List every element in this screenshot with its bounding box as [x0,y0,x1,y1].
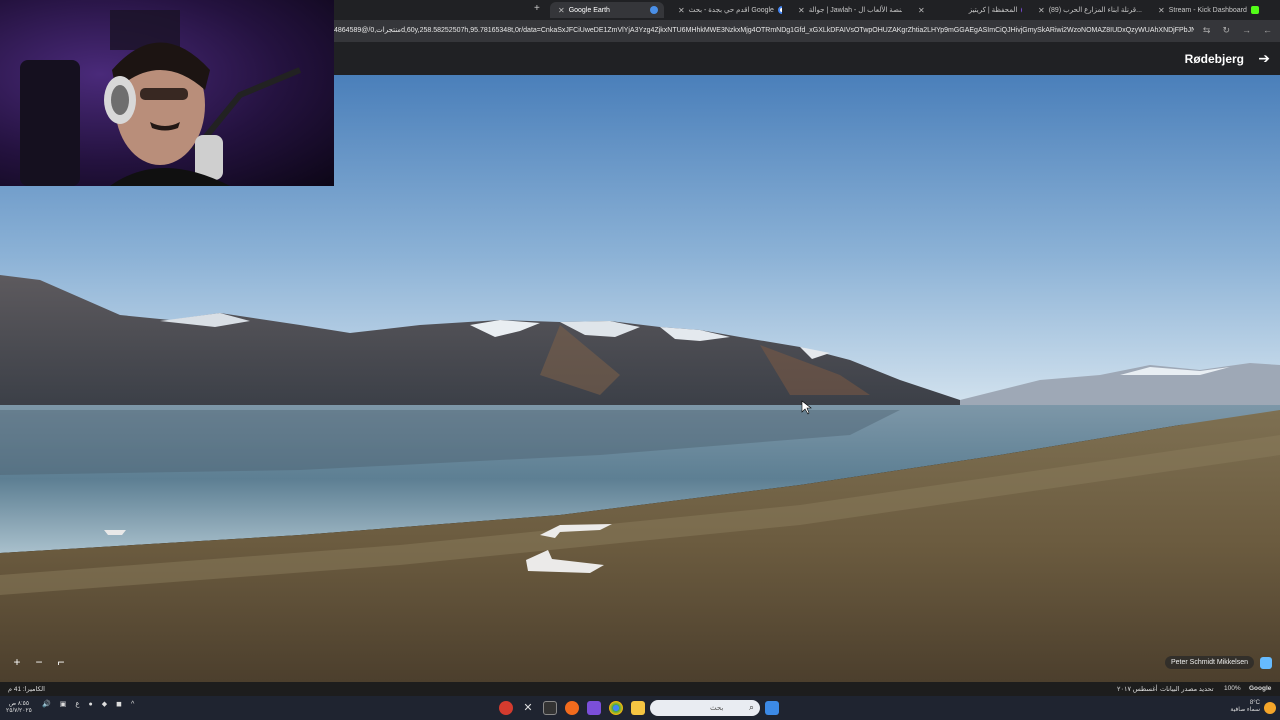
tray-app-icon[interactable]: ◆ [102,700,107,708]
kick-icon [1250,6,1259,14]
tab-wallet[interactable]: ✕ المحفظة | كريتيز [910,2,1022,18]
taskbar: ✕ [0,696,1280,720]
earth-footer: الكاميرا: 41 م أغسطس ٢٠١٧ تحديد مصدر الب… [0,682,1280,696]
zoom-level: 100% [1224,685,1241,692]
capture-icon[interactable] [543,701,557,715]
clock[interactable]: ٨:٥٥ ص ٢٥/٧/٢٠٢٥ [6,701,32,715]
tab-video[interactable]: ✕ (89) قرنلة ابناء المزارع الحرب... [1030,2,1142,18]
discord-icon[interactable] [587,701,601,715]
taskbar-search[interactable]: بحث ⌕ [650,700,760,716]
pegman-icon[interactable]: ⌐ [54,655,68,669]
screen: ✕ Stream - Kick Dashboard ✕ (89) قرنلة ا… [0,0,1280,720]
start-menu-icon[interactable] [765,701,779,715]
extensions-icon[interactable]: ⇆ [1203,25,1211,36]
camera-altitude: الكاميرا: 41 م [8,686,45,693]
close-tab-icon[interactable]: ✕ [558,6,565,15]
tray-app-icon-2[interactable]: ◼ [116,700,122,708]
close-tab-icon[interactable]: ✕ [918,6,925,15]
close-tab-icon[interactable]: ✕ [1158,6,1165,15]
tab-jawlah[interactable]: ✕ جوالة | Jawlah - منصة الألعاب ال... [790,2,902,18]
firefox-icon[interactable] [565,701,579,715]
weather-moon-icon [1264,702,1276,714]
volume-icon[interactable]: 🔊 [42,700,51,708]
google-logo: Google [1249,685,1272,692]
tab-google-search[interactable]: ✕ اقدم حي بجدة - بحث Google [670,2,782,18]
streamer-image [20,10,302,186]
wallet-icon [1021,6,1022,14]
data-attribution-link[interactable]: تحديد مصدر البيانات [1160,685,1214,693]
close-tab-icon[interactable]: ✕ [798,6,805,15]
close-tab-icon[interactable]: ✕ [678,6,685,15]
zoom-in-icon[interactable]: + [10,655,24,669]
imagery-date: أغسطس ٢٠١٧ [1117,686,1158,693]
arrow-right-icon[interactable]: ➔ [1258,50,1270,67]
photographer-name: Peter Schmidt Mikkelsen [1164,656,1254,669]
search-icon: ⌕ [748,702,754,712]
zoom-controls: + − ⌐ [10,655,68,669]
google-earth-icon [650,6,658,14]
network-icon[interactable]: ▣ [60,700,67,708]
webcam-overlay [0,0,334,186]
back-icon[interactable]: ← [1263,25,1272,36]
app-icon-red[interactable] [499,701,513,715]
file-explorer-icon[interactable] [631,701,645,715]
close-tab-icon[interactable]: ✕ [1038,6,1045,15]
place-title: Rødebjerg [1184,52,1244,66]
tab-kick-dashboard[interactable]: ✕ Stream - Kick Dashboard [1150,2,1260,18]
url-field[interactable]: 4864589@/منتجرات,0d,60y,258.58252507h,95… [334,26,1194,34]
weather-widget[interactable]: 8°C سماء صافية [1230,700,1260,714]
contributor-icon [1260,656,1272,669]
chrome-icon[interactable] [609,701,623,715]
google-icon [777,6,782,14]
chevron-up-icon[interactable]: ^ [131,701,134,708]
language-indicator[interactable]: ع [75,700,79,708]
new-tab-icon[interactable]: + [534,3,540,14]
x-app-icon[interactable]: ✕ [521,701,535,715]
photo-attribution[interactable]: Peter Schmidt Mikkelsen [1164,656,1272,669]
nav-controls: ⇆ ↻ → ← [1203,25,1272,36]
reload-icon[interactable]: ↻ [1222,25,1230,36]
zoom-out-icon[interactable]: − [32,655,46,669]
forward-icon[interactable]: → [1242,25,1251,36]
system-tray: 🔊 ▣ ع ● ◆ ◼ ^ [42,700,134,709]
mic-icon[interactable]: ● [89,701,93,708]
tab-google-earth[interactable]: ✕ Google Earth [550,2,664,18]
